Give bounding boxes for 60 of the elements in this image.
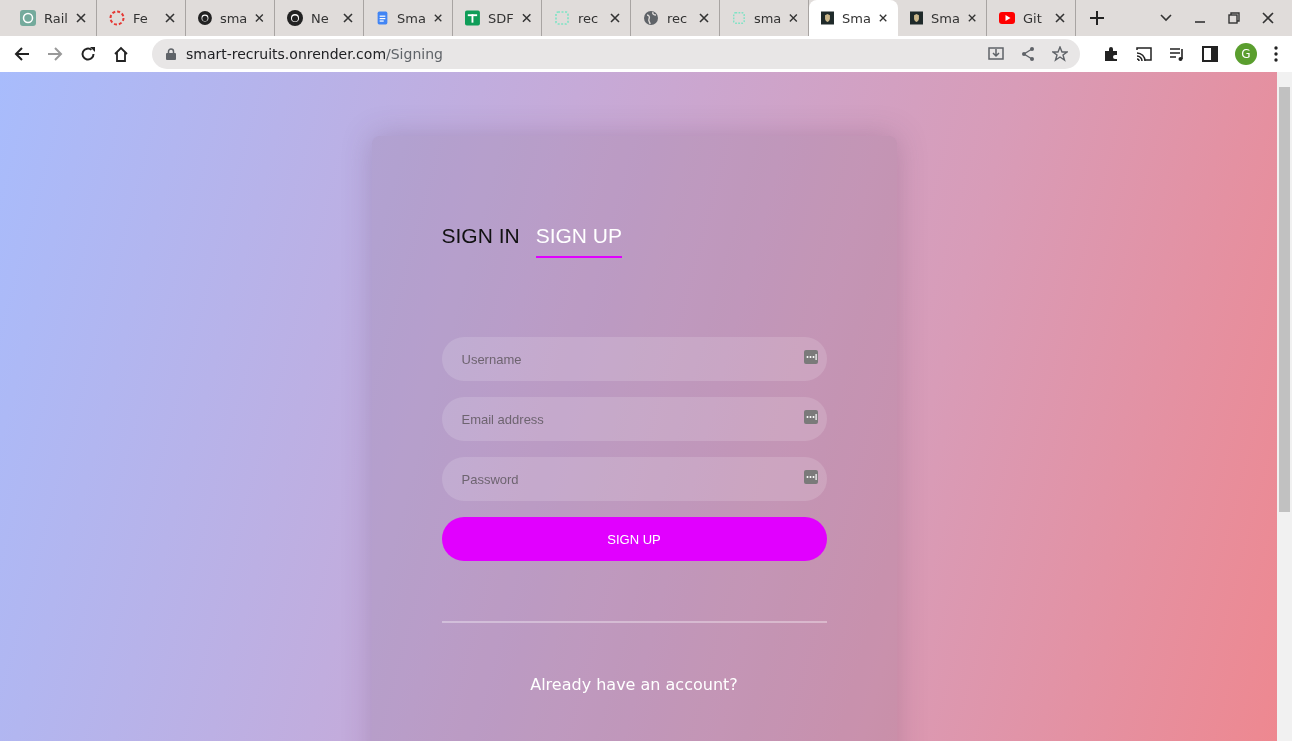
tab-title: Rail	[44, 10, 68, 26]
close-icon[interactable]	[76, 13, 86, 23]
scrollbar[interactable]	[1277, 72, 1292, 741]
play-logo-icon	[999, 10, 1015, 26]
password-key-icon	[803, 410, 818, 424]
playlist-icon[interactable]	[1169, 46, 1185, 62]
tab-title: Fe	[133, 10, 149, 26]
url-text: smart-recruits.onrender.com/Signing	[186, 46, 444, 62]
tab-title: rec	[578, 10, 600, 26]
close-icon[interactable]	[433, 13, 442, 23]
tab-title: sma	[219, 10, 248, 26]
more-menu-icon[interactable]	[1274, 46, 1278, 62]
home-icon[interactable]	[113, 46, 129, 62]
shield-logo-icon	[910, 10, 923, 26]
puzzle-icon[interactable]	[1103, 46, 1119, 62]
tab-title: sma	[753, 10, 782, 26]
chevron-down-icon[interactable]	[1160, 14, 1172, 22]
tab-title: Git	[1023, 10, 1043, 26]
shield-logo-icon	[821, 10, 834, 26]
sign-up-button[interactable]: SIGN UP	[441, 517, 827, 561]
spreadsheet-icon	[465, 10, 480, 26]
side-panel-icon[interactable]	[1202, 46, 1218, 62]
close-icon[interactable]	[789, 13, 798, 23]
password-key-icon	[803, 350, 818, 364]
tab-title: rec	[667, 10, 689, 26]
auth-tab[interactable]: SIGN IN	[441, 224, 520, 258]
close-icon[interactable]	[878, 13, 887, 23]
close-icon[interactable]	[1055, 13, 1065, 23]
address-bar[interactable]: smart-recruits.onrender.com/Signing	[152, 39, 1080, 69]
close-icon[interactable]	[967, 13, 976, 23]
tab-title: SDF	[487, 10, 514, 26]
close-icon[interactable]	[165, 13, 175, 23]
dotted-square-icon	[554, 10, 570, 26]
restore-icon[interactable]	[1228, 12, 1240, 24]
dotted-square-icon	[732, 10, 746, 26]
document-icon	[376, 10, 389, 26]
globe-icon	[643, 10, 659, 26]
cast-icon[interactable]	[1136, 46, 1152, 62]
close-icon[interactable]	[1262, 12, 1274, 24]
tab-title: Sma	[931, 10, 960, 26]
close-icon[interactable]	[255, 13, 264, 23]
close-icon[interactable]	[343, 13, 353, 23]
share-icon[interactable]	[1020, 46, 1036, 62]
close-icon[interactable]	[521, 13, 531, 23]
reload-icon[interactable]	[80, 46, 96, 62]
close-icon[interactable]	[699, 13, 709, 23]
dashed-ring-icon	[109, 10, 125, 26]
install-icon[interactable]	[988, 46, 1004, 62]
tab-title: Ne	[311, 10, 330, 26]
tab-title: Sma	[842, 10, 871, 26]
scroll-thumb[interactable]	[1279, 87, 1290, 512]
plus-icon[interactable]	[1090, 11, 1104, 25]
password-key-icon	[803, 470, 818, 484]
close-icon[interactable]	[610, 13, 620, 23]
tab-title: Sma	[397, 10, 426, 26]
star-icon[interactable]	[1052, 46, 1068, 62]
back-arrow-icon[interactable]	[14, 46, 30, 62]
lock-icon	[166, 48, 176, 60]
browser-tab[interactable]: Sma	[809, 0, 898, 36]
forward-arrow-icon[interactable]	[47, 46, 63, 62]
